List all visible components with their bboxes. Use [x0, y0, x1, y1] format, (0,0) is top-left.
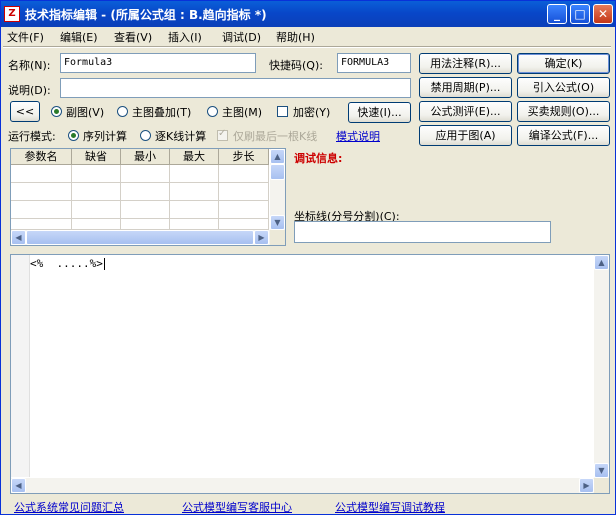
- support-center-link[interactable]: 公式模型编写客服中心: [182, 499, 292, 515]
- name-label: 名称(N):: [8, 59, 51, 72]
- editor-horizontal-scrollbar[interactable]: ◀ ▶: [11, 478, 594, 493]
- params-cell[interactable]: [170, 165, 219, 183]
- close-button[interactable]: ✕: [593, 4, 613, 24]
- params-cell[interactable]: [170, 219, 219, 230]
- params-cell[interactable]: [11, 201, 72, 219]
- params-cell[interactable]: [219, 165, 269, 183]
- app-icon: Z: [4, 6, 20, 22]
- params-cell[interactable]: [219, 201, 269, 219]
- run-mode-label: 运行模式:: [8, 130, 56, 143]
- scroll-left-icon[interactable]: ◀: [11, 478, 26, 493]
- tutorial-link[interactable]: 公式模型编写调试教程: [335, 499, 445, 515]
- params-cell[interactable]: [11, 219, 72, 230]
- scroll-up-icon[interactable]: ▲: [270, 149, 285, 164]
- per-bar-calc-label: 逐K线计算: [155, 130, 207, 143]
- compile-formula-button[interactable]: 编译公式(F)...: [517, 125, 610, 146]
- params-table: 参数名 缺省 最小 最大 步长 ▲ ▼ ◀ ▶: [10, 148, 286, 246]
- scroll-right-icon[interactable]: ▶: [579, 478, 594, 493]
- minimize-button[interactable]: _: [547, 4, 567, 24]
- main-chart-label: 主图(M): [222, 106, 263, 119]
- title-bar[interactable]: Z 技术指标编辑 - (所属公式组 : B.趋向指标 *) _ □ ✕: [1, 1, 615, 27]
- last-bar-label: 仅刷最后一根K线: [233, 130, 318, 143]
- scroll-down-icon[interactable]: ▼: [594, 463, 609, 478]
- params-cell[interactable]: [72, 201, 121, 219]
- params-cell[interactable]: [121, 201, 170, 219]
- menu-insert[interactable]: 插入(I): [168, 29, 202, 45]
- text-caret: [103, 258, 105, 270]
- import-formula-button[interactable]: 引入公式(O): [517, 77, 610, 98]
- sequence-calc-radio[interactable]: [68, 130, 79, 141]
- last-bar-checkbox[interactable]: [217, 128, 228, 141]
- trade-rules-button[interactable]: 买卖规则(O)...: [517, 101, 610, 122]
- subchart-radio[interactable]: [51, 106, 62, 117]
- collapse-button[interactable]: <<: [10, 101, 40, 122]
- scrollbar-corner: [594, 478, 609, 493]
- confirm-button[interactable]: 确定(K): [517, 53, 610, 74]
- description-label: 说明(D):: [8, 84, 51, 97]
- main-overlay-label: 主图叠加(T): [132, 106, 192, 119]
- mode-help-link[interactable]: 模式说明: [336, 128, 380, 144]
- shortcut-label: 快捷码(Q):: [269, 59, 323, 72]
- menu-bar: 文件(F) 编辑(E) 查看(V) 插入(I) 调试(D) 帮助(H): [1, 27, 615, 46]
- editor-gutter: [11, 255, 30, 477]
- formula-code-line: <% .....%>: [30, 257, 105, 270]
- debug-info-label: 调试信息:: [294, 152, 343, 165]
- scrollbar-corner: [270, 230, 285, 245]
- quick-button[interactable]: 快速(I)...: [348, 102, 411, 123]
- params-cell[interactable]: [11, 183, 72, 201]
- params-col-step[interactable]: 步长: [219, 149, 269, 165]
- encrypt-checkbox[interactable]: [277, 106, 288, 117]
- editor-vertical-scrollbar[interactable]: ▲ ▼: [594, 255, 609, 478]
- formula-test-button[interactable]: 公式测评(E)...: [419, 101, 512, 122]
- params-cell[interactable]: [121, 165, 170, 183]
- params-cell[interactable]: [219, 219, 269, 230]
- shortcut-input[interactable]: FORMULA3: [337, 53, 411, 73]
- encrypt-label: 加密(Y): [293, 106, 331, 119]
- menu-view[interactable]: 查看(V): [114, 29, 152, 45]
- scroll-right-icon[interactable]: ▶: [254, 230, 269, 245]
- disable-period-button[interactable]: 禁用周期(P)...: [419, 77, 512, 98]
- menu-debug[interactable]: 调试(D): [222, 29, 261, 45]
- params-vertical-scrollbar[interactable]: ▲ ▼: [270, 149, 285, 230]
- params-cell[interactable]: [219, 183, 269, 201]
- params-hscroll-thumb[interactable]: [26, 230, 254, 245]
- main-overlay-radio[interactable]: [117, 106, 128, 117]
- params-col-min[interactable]: 最小: [121, 149, 170, 165]
- params-cell[interactable]: [121, 219, 170, 230]
- coordinate-lines-input[interactable]: [294, 221, 551, 243]
- menu-separator: [3, 46, 611, 48]
- params-col-default[interactable]: 缺省: [72, 149, 121, 165]
- formula-code-editor[interactable]: ▲ ▼ ◀ ▶: [10, 254, 610, 494]
- params-cell[interactable]: [72, 219, 121, 230]
- maximize-button[interactable]: □: [570, 4, 590, 24]
- params-vscroll-thumb[interactable]: [270, 164, 285, 180]
- apply-to-chart-button[interactable]: 应用于图(A): [419, 125, 512, 146]
- description-input[interactable]: [60, 78, 411, 98]
- subchart-label: 副图(V): [66, 106, 105, 119]
- params-cell[interactable]: [170, 201, 219, 219]
- params-cell[interactable]: [121, 183, 170, 201]
- params-col-max[interactable]: 最大: [170, 149, 219, 165]
- scroll-left-icon[interactable]: ◀: [11, 230, 26, 245]
- menu-file[interactable]: 文件(F): [7, 29, 44, 45]
- params-cell[interactable]: [170, 183, 219, 201]
- name-input[interactable]: Formula3: [60, 53, 256, 73]
- usage-notes-button[interactable]: 用法注释(R)...: [419, 53, 512, 74]
- main-chart-radio[interactable]: [207, 106, 218, 117]
- formula-editor-window: Z 技术指标编辑 - (所属公式组 : B.趋向指标 *) _ □ ✕ 文件(F…: [0, 0, 616, 515]
- menu-help[interactable]: 帮助(H): [276, 29, 315, 45]
- params-cell[interactable]: [11, 165, 72, 183]
- per-bar-calc-radio[interactable]: [140, 130, 151, 141]
- menu-edit[interactable]: 编辑(E): [60, 29, 98, 45]
- params-horizontal-scrollbar[interactable]: ◀ ▶: [11, 230, 270, 245]
- scroll-up-icon[interactable]: ▲: [594, 255, 609, 270]
- formula-code-text: <% .....%>: [30, 257, 103, 270]
- sequence-calc-label: 序列计算: [83, 130, 127, 143]
- params-col-name[interactable]: 参数名: [11, 149, 72, 165]
- scroll-down-icon[interactable]: ▼: [270, 215, 285, 230]
- faq-link[interactable]: 公式系统常见问题汇总: [14, 499, 124, 515]
- window-title: 技术指标编辑 - (所属公式组 : B.趋向指标 *): [25, 8, 267, 22]
- params-cell[interactable]: [72, 183, 121, 201]
- params-cell[interactable]: [72, 165, 121, 183]
